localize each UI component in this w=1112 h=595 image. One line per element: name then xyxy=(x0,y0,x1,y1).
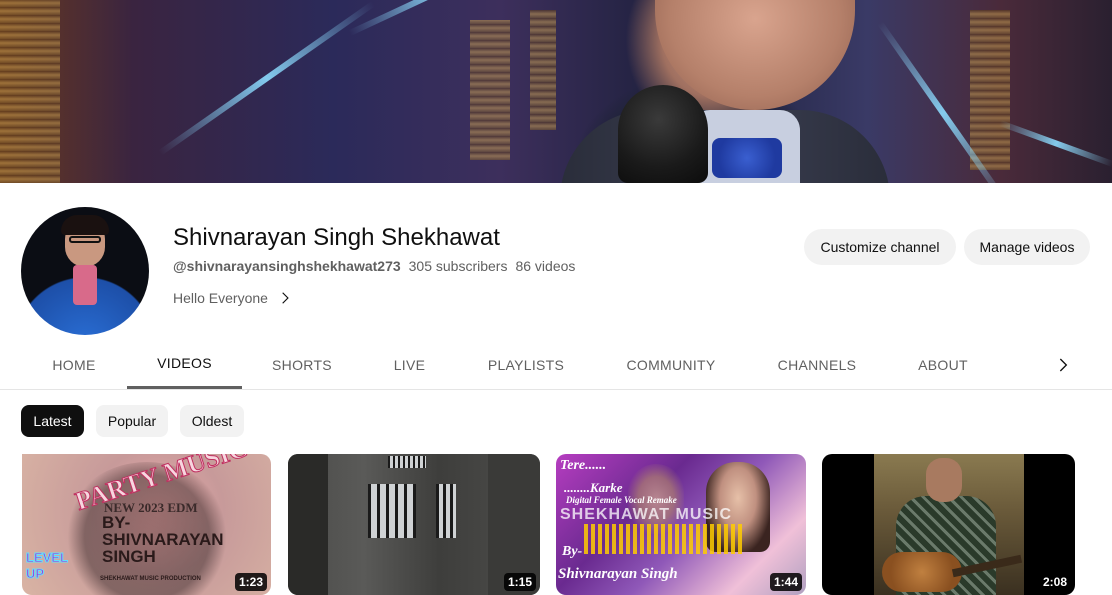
thumbnail-text: BY- SHIVNARAYAN SINGH xyxy=(102,513,224,566)
subscriber-count: 305 subscribers xyxy=(408,258,508,274)
chevron-right-icon xyxy=(1059,358,1068,372)
thumbnail-text: Shivnarayan Singh xyxy=(558,566,678,582)
thumbnail-text: LEVEL UP xyxy=(26,550,69,582)
manage-videos-button[interactable]: Manage videos xyxy=(964,229,1090,265)
microphone-icon xyxy=(618,85,708,183)
video-duration: 1:23 xyxy=(234,573,267,591)
channel-page: Shivnarayan Singh Shekhawat @shivnarayan… xyxy=(0,0,1112,595)
video-thumbnail[interactable]: 1:15 xyxy=(288,454,540,595)
channel-description[interactable]: Hello Everyone xyxy=(173,290,292,306)
tab-channels[interactable]: CHANNELS xyxy=(747,340,887,389)
filter-chip-oldest[interactable]: Oldest xyxy=(180,405,244,437)
filter-chip-popular[interactable]: Popular xyxy=(96,405,168,437)
tab-videos[interactable]: VIDEOS xyxy=(127,340,242,389)
tabs-next-button[interactable] xyxy=(1052,354,1074,376)
tab-live[interactable]: LIVE xyxy=(362,340,457,389)
tab-playlists[interactable]: PLAYLISTS xyxy=(457,340,595,389)
thumbnail-text: SHEKHAWAT MUSIC PRODUCTION xyxy=(100,576,201,582)
channel-name: Shivnarayan Singh Shekhawat xyxy=(173,224,500,251)
channel-banner xyxy=(0,0,1112,183)
chevron-right-icon xyxy=(282,292,289,304)
channel-description-text: Hello Everyone xyxy=(173,290,268,306)
video-duration: 1:44 xyxy=(769,573,802,591)
video-thumbnail[interactable]: PARTY MUSIC NEW 2023 EDM BY- SHIVNARAYAN… xyxy=(22,454,271,595)
video-duration: 1:15 xyxy=(503,573,536,591)
channel-handle: @shivnarayansinghshekhawat273 xyxy=(173,258,401,274)
thumbnail-text: By- xyxy=(562,544,583,559)
channel-avatar[interactable] xyxy=(21,207,149,335)
customize-channel-button[interactable]: Customize channel xyxy=(804,229,956,265)
video-duration: 2:08 xyxy=(1038,573,1071,591)
channel-meta: @shivnarayansinghshekhawat273 305 subscr… xyxy=(173,258,575,274)
video-count: 86 videos xyxy=(515,258,576,274)
thumbnail-text: SHEKHAWAT MUSIC xyxy=(560,506,733,523)
tab-about[interactable]: ABOUT xyxy=(887,340,999,389)
tab-community[interactable]: COMMUNITY xyxy=(595,340,747,389)
tab-home[interactable]: HOME xyxy=(22,340,126,389)
filter-chip-latest[interactable]: Latest xyxy=(21,405,84,437)
thumbnail-text: Digital Female Vocal Remake xyxy=(566,495,677,505)
video-thumbnail[interactable]: 2:08 xyxy=(822,454,1075,595)
video-thumbnail[interactable]: Tere...... ........Karke Digital Female … xyxy=(556,454,806,595)
channel-tabs: HOME VIDEOS SHORTS LIVE PLAYLISTS COMMUN… xyxy=(0,340,1112,390)
thumbnail-text: ........Karke xyxy=(564,480,623,495)
tab-shorts[interactable]: SHORTS xyxy=(242,340,362,389)
thumbnail-text: Tere...... xyxy=(560,458,607,473)
